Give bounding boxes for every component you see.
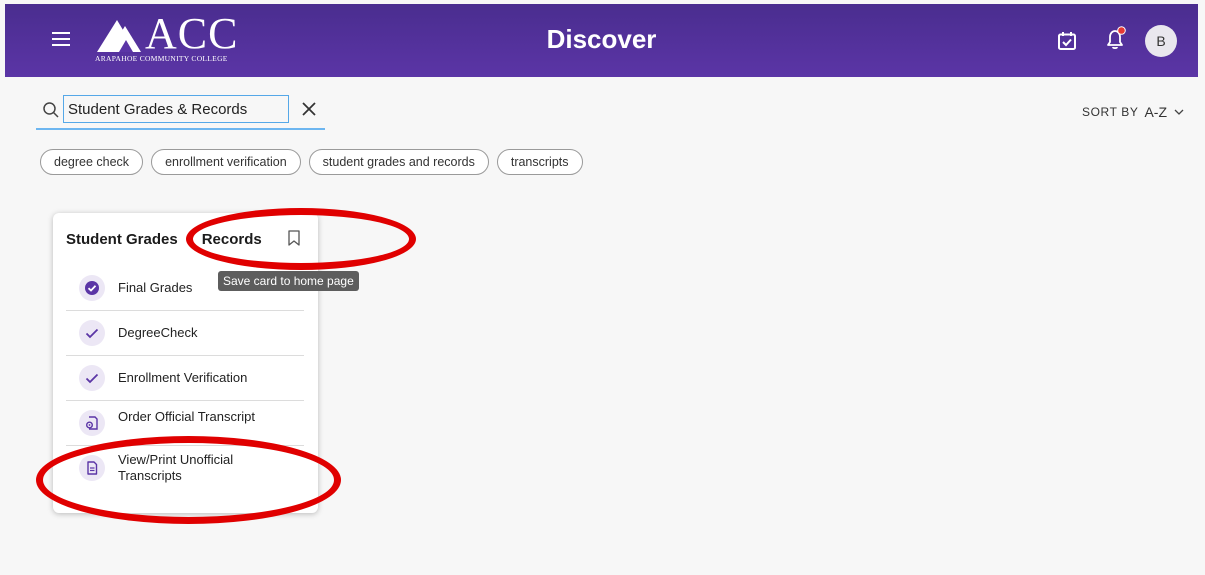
bookmark-tooltip: Save card to home page — [218, 271, 359, 291]
check-icon — [79, 365, 105, 391]
bookmark-icon[interactable] — [286, 229, 302, 247]
calendar-check-icon[interactable] — [1057, 31, 1077, 51]
document-icon — [79, 455, 105, 481]
card-item-degreecheck[interactable]: DegreeCheck — [66, 311, 304, 356]
chip-enrollment-verification[interactable]: enrollment verification — [151, 149, 301, 175]
card-item-enrollment-verification[interactable]: Enrollment Verification — [66, 356, 304, 401]
check-circle-filled-icon — [79, 275, 105, 301]
chip-transcripts[interactable]: transcripts — [496, 149, 583, 175]
search-bar — [36, 95, 325, 130]
user-avatar[interactable]: B — [1145, 25, 1177, 57]
card-item-list: Final Grades DegreeCheck Enrollment Veri… — [66, 266, 304, 490]
chevron-down-icon — [1174, 109, 1184, 115]
app-header: ACC ARAPAHOE COMMUNITY COLLEGE Discover … — [5, 4, 1198, 77]
card-item-view-print-unofficial-transcripts[interactable]: View/Print Unofficial Transcripts — [66, 446, 304, 490]
sort-dropdown[interactable]: SORT BY A-Z — [1082, 104, 1185, 120]
chip-student-grades-and-records[interactable]: student grades and records — [308, 149, 489, 175]
card-item-label: DegreeCheck — [118, 325, 198, 340]
notification-bell-icon[interactable] — [1103, 26, 1127, 52]
chip-degree-check[interactable]: degree check — [40, 149, 144, 175]
sort-value: A-Z — [1144, 104, 1167, 120]
card-title-part1: Student Grades — [66, 231, 178, 248]
sort-label: SORT BY — [1081, 105, 1139, 119]
card-item-label: Order Official Transcript — [118, 409, 256, 424]
card-item-label: Enrollment Verification — [118, 370, 248, 385]
check-icon — [79, 320, 105, 346]
student-grades-records-card: Student Grades Records Final Grades Degre… — [53, 213, 318, 513]
notification-dot — [1117, 26, 1126, 35]
card-title-part2: Records — [201, 231, 262, 248]
search-icon — [43, 102, 59, 118]
card-item-order-official-transcript[interactable]: Order Official Transcript — [66, 401, 304, 446]
card-title: Student Grades Records — [66, 231, 262, 248]
clear-search-icon[interactable] — [299, 99, 319, 119]
page-title: Discover — [546, 24, 657, 54]
search-input[interactable] — [63, 95, 289, 123]
document-gear-icon — [79, 410, 105, 436]
card-item-label: View/Print Unofficial Transcripts — [118, 452, 234, 483]
filter-chips: degree check enrollment verification stu… — [40, 149, 583, 175]
